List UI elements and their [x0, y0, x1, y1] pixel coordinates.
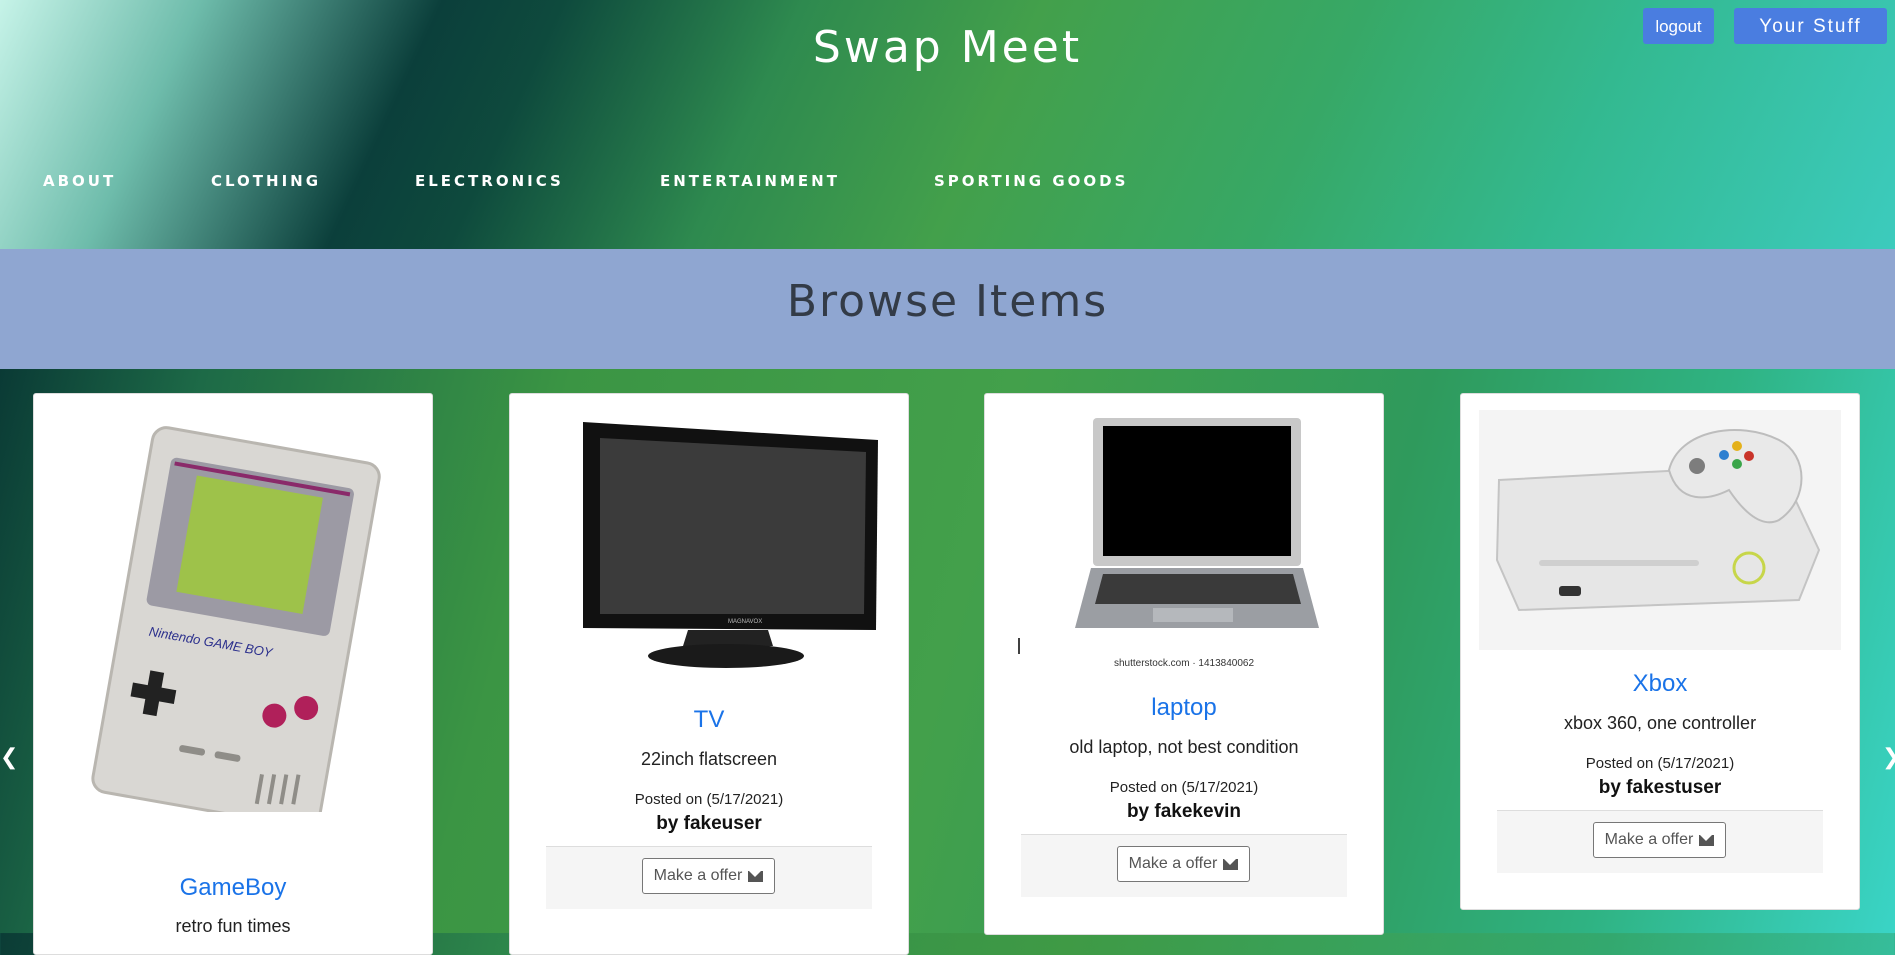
- envelope-icon: [1699, 834, 1715, 846]
- item-card-xbox: Xbox xbox 360, one controller Posted on …: [1460, 393, 1860, 910]
- item-title[interactable]: TV: [510, 706, 908, 734]
- envelope-icon: [748, 870, 764, 882]
- site-title: Swap Meet: [812, 22, 1083, 73]
- chevron-right-icon[interactable]: ❯: [1882, 745, 1895, 770]
- nav-clothing[interactable]: CLOTHING: [211, 172, 321, 190]
- item-description: old laptop, not best condition: [1069, 737, 1299, 757]
- item-title[interactable]: Xbox: [1461, 670, 1859, 698]
- nav-electronics[interactable]: ELECTRONICS: [415, 172, 564, 190]
- offer-label: Make a offer: [1604, 831, 1694, 848]
- nav-sporting-goods[interactable]: SPORTING GOODS: [934, 172, 1128, 190]
- site-header: Swap Meet logout Your Stuff ABOUT CLOTHI…: [0, 0, 1895, 249]
- item-posted-date: Posted on (5/17/2021): [634, 791, 784, 808]
- item-card-laptop: shutterstock.com · 1413840062 laptop old…: [984, 393, 1384, 935]
- xbox-image: [1479, 410, 1841, 650]
- svg-text:MAGNAVOX: MAGNAVOX: [728, 619, 762, 625]
- items-carousel: ❮ ❯ Nintendo GAME BOY: [0, 369, 1895, 955]
- your-stuff-button[interactable]: Your Stuff: [1734, 8, 1887, 44]
- browse-title: Browse Items: [786, 276, 1109, 327]
- envelope-icon: [1223, 858, 1239, 870]
- item-card-tv: MAGNAVOX TV 22inch flatscreen Posted on …: [509, 393, 909, 955]
- nav-entertainment[interactable]: ENTERTAINMENT: [660, 172, 840, 190]
- browse-banner: Browse Items: [0, 249, 1895, 369]
- card-footer: Make a offer: [1021, 834, 1347, 897]
- offer-label: Make a offer: [653, 867, 743, 884]
- item-description: retro fun times: [175, 916, 291, 936]
- logout-button[interactable]: logout: [1643, 8, 1714, 44]
- item-user: by fakeuser: [656, 813, 762, 834]
- item-posted-date: Posted on (5/17/2021): [1109, 779, 1259, 796]
- card-footer: Make a offer: [1497, 810, 1823, 873]
- make-offer-button[interactable]: Make a offer: [1117, 846, 1250, 882]
- item-title[interactable]: laptop: [985, 694, 1383, 722]
- make-offer-button[interactable]: Make a offer: [642, 858, 775, 894]
- item-card-gameboy: Nintendo GAME BOY GameBoy retro fun time…: [33, 393, 433, 955]
- item-user: by fakestuser: [1598, 777, 1722, 798]
- tv-image: MAGNAVOX: [583, 422, 878, 668]
- nav-about[interactable]: ABOUT: [43, 172, 116, 190]
- chevron-left-icon[interactable]: ❮: [0, 745, 18, 770]
- card-footer: Make a offer: [546, 846, 872, 909]
- item-description: xbox 360, one controller: [1563, 713, 1757, 733]
- gameboy-image: Nintendo GAME BOY: [91, 426, 381, 812]
- item-title[interactable]: GameBoy: [34, 874, 432, 902]
- item-description: 22inch flatscreen: [640, 749, 778, 769]
- make-offer-button[interactable]: Make a offer: [1593, 822, 1726, 858]
- offer-label: Make a offer: [1128, 855, 1218, 872]
- image-watermark: shutterstock.com · 1413840062: [1113, 658, 1255, 669]
- item-user: by fakekevin: [1126, 801, 1242, 822]
- item-posted-date: Posted on (5/17/2021): [1585, 755, 1735, 772]
- laptop-image: [1018, 418, 1319, 654]
